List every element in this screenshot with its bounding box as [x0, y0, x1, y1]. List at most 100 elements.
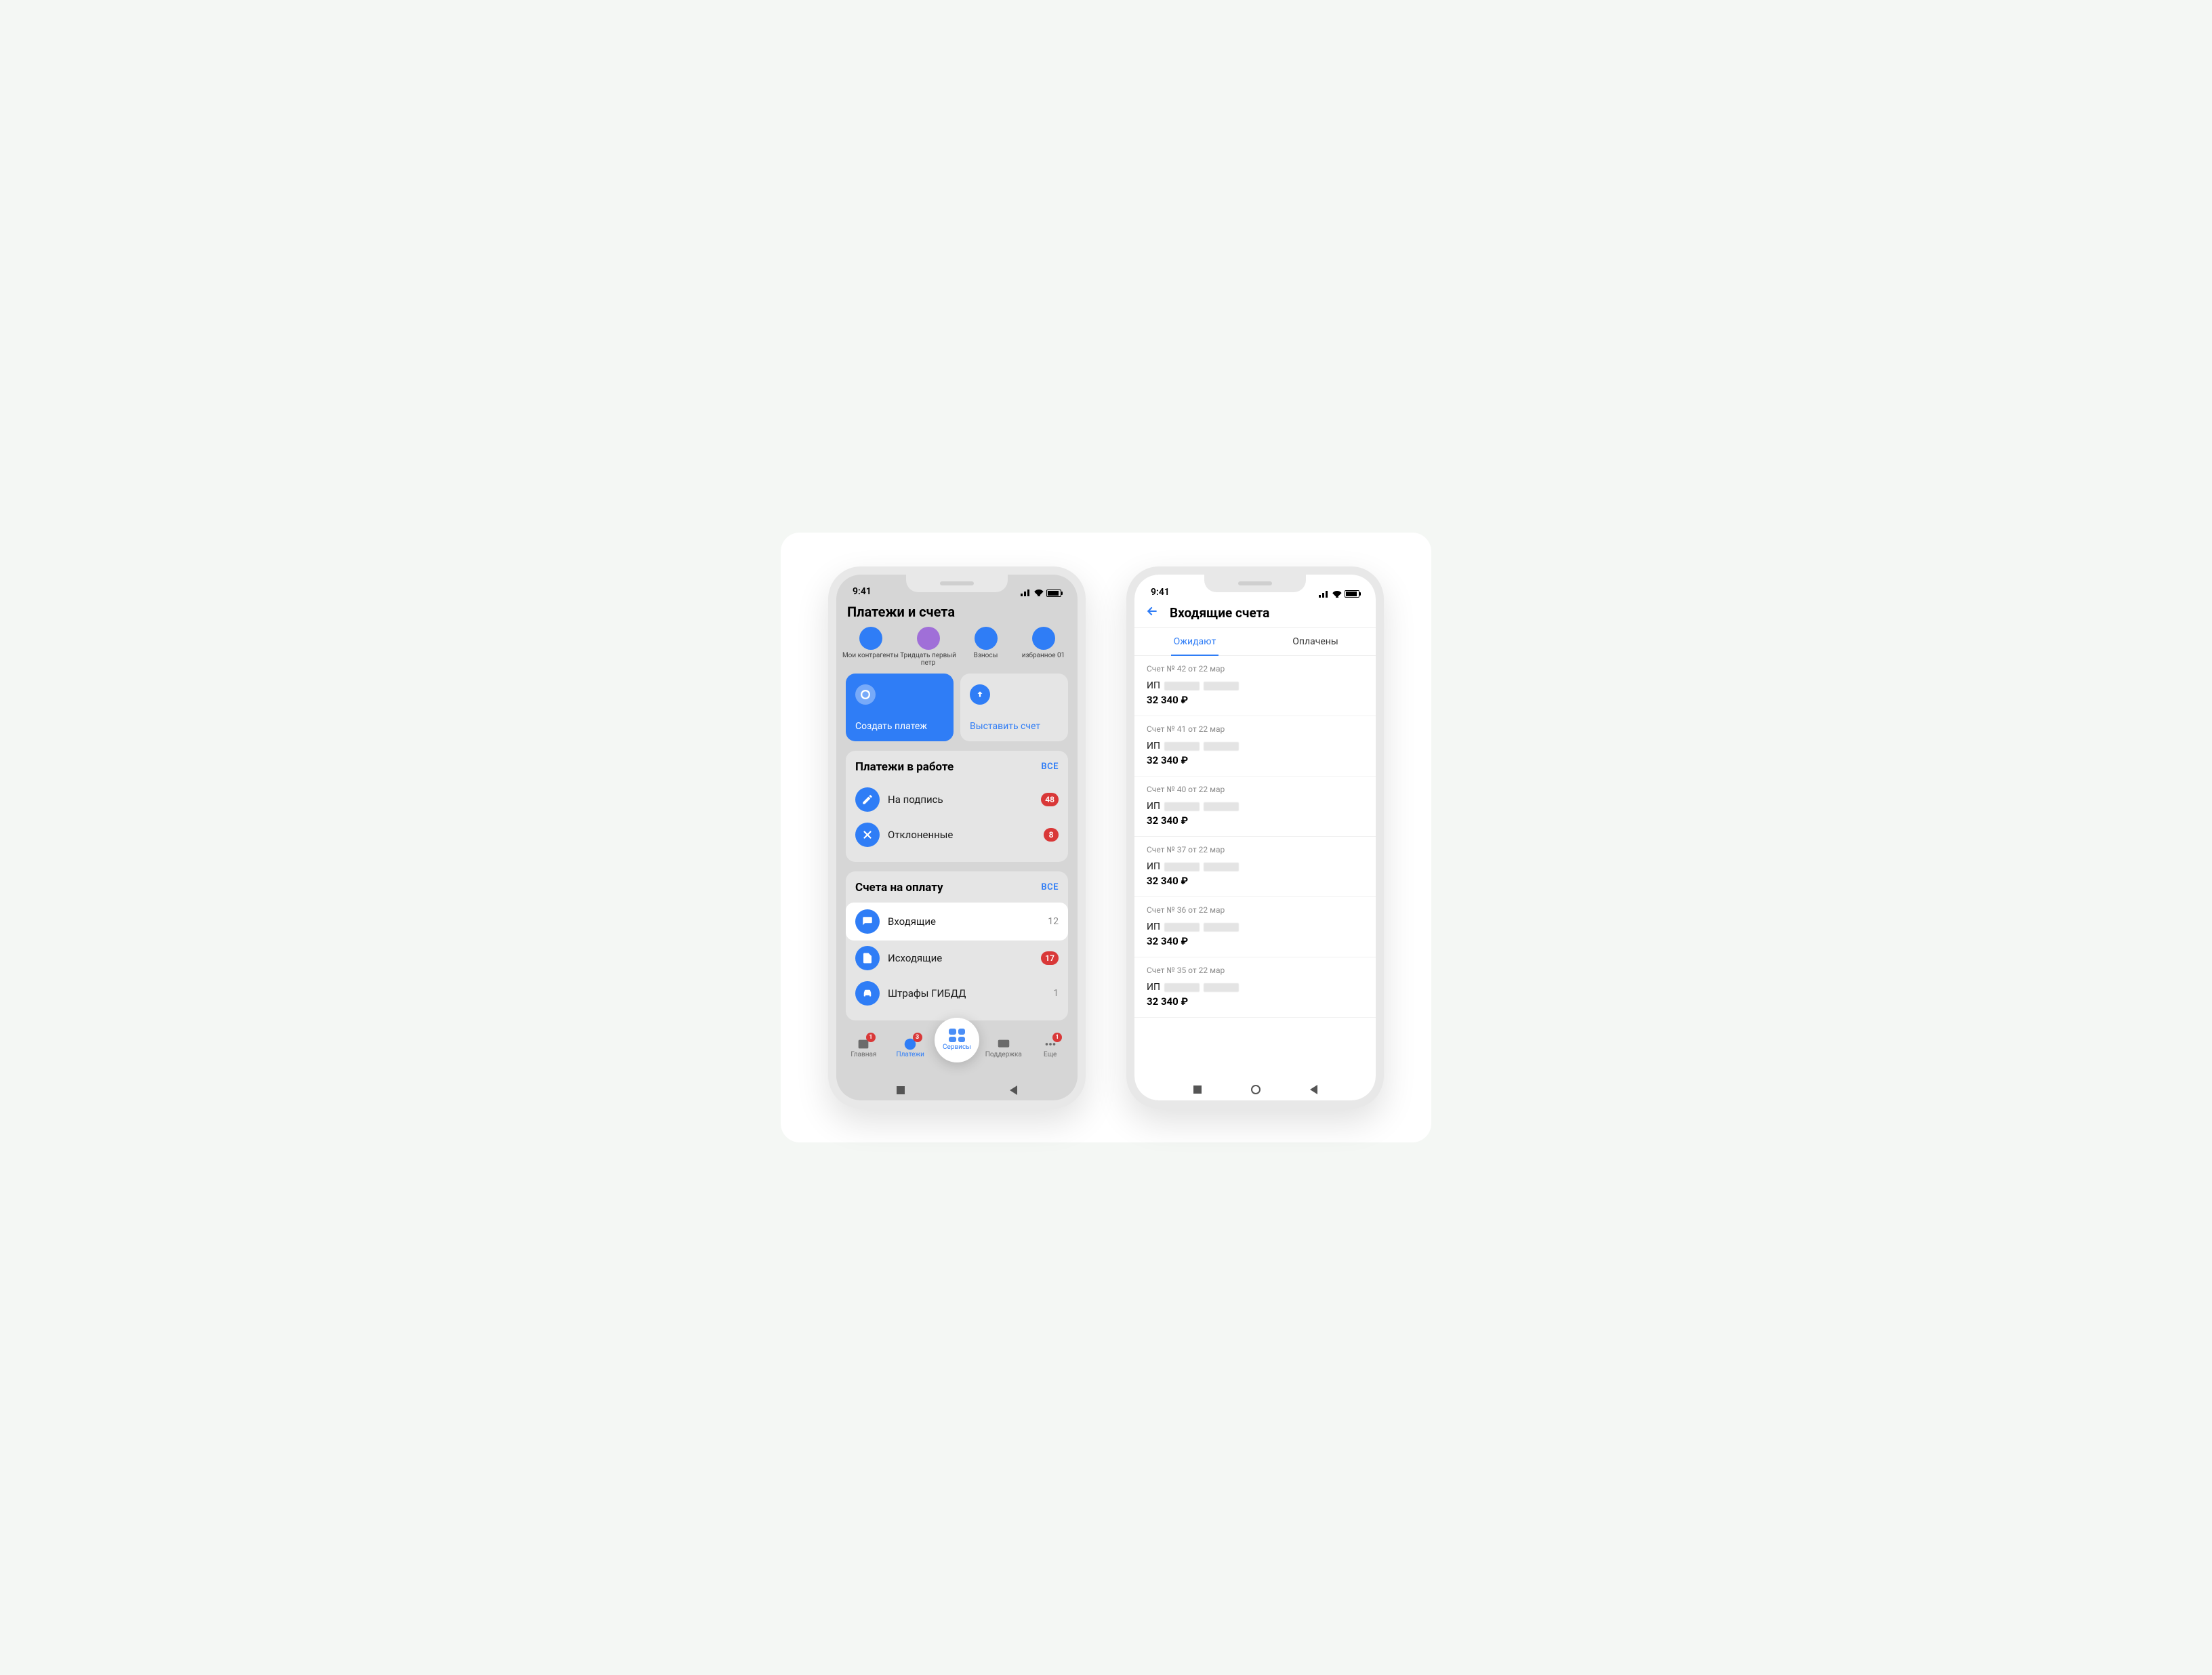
card-payments-in-work: Платежи в работе ВСЕ На подпись 48 Откло… — [846, 751, 1068, 862]
tab-badge: 1 — [1052, 1033, 1062, 1042]
card-invoices-to-pay: Счета на оплату ВСЕ Входящие 12 Исходящи… — [846, 871, 1068, 1020]
tab-payments[interactable]: 3 Платежи — [887, 1034, 934, 1058]
android-back-icon[interactable] — [1010, 1085, 1017, 1095]
row-incoming[interactable]: Входящие 12 — [846, 903, 1068, 940]
close-icon — [855, 823, 880, 847]
phone-left: 9:41 Платежи и счета Мои контрагенты Три… — [828, 566, 1086, 1109]
document-icon — [855, 946, 880, 970]
status-time: 9:41 — [853, 586, 872, 597]
android-recent-icon[interactable] — [1193, 1085, 1202, 1094]
shortcut-favorite[interactable]: избранное 01 — [1015, 627, 1072, 667]
card-title: Платежи в работе — [855, 760, 954, 774]
all-link[interactable]: ВСЕ — [1041, 882, 1059, 892]
tab-home[interactable]: 1 Главная — [840, 1034, 887, 1058]
invoice-item[interactable]: Счет № 36 от 22 мар ИП 32 340 ₽ — [1134, 897, 1376, 957]
blurred-text — [1164, 983, 1200, 992]
row-outgoing[interactable]: Исходящие 17 — [855, 940, 1059, 976]
count-badge: 48 — [1041, 793, 1059, 806]
row-label: Исходящие — [888, 952, 1033, 964]
battery-icon — [1046, 590, 1061, 597]
invoice-payer: ИП — [1147, 922, 1364, 932]
stage: 9:41 Платежи и счета Мои контрагенты Три… — [781, 533, 1431, 1142]
invoice-meta: Счет № 35 от 22 мар — [1147, 966, 1364, 975]
invoice-item[interactable]: Счет № 41 от 22 мар ИП 32 340 ₽ — [1134, 716, 1376, 777]
invoice-meta: Счет № 40 от 22 мар — [1147, 785, 1364, 794]
phone-notch — [906, 575, 1008, 592]
blurred-text — [1164, 863, 1200, 871]
issue-invoice-button[interactable]: Выставить счет — [960, 674, 1068, 741]
invoice-amount: 32 340 ₽ — [1147, 935, 1364, 947]
shortcut-icon — [859, 627, 882, 650]
screen-payments: 9:41 Платежи и счета Мои контрагенты Три… — [836, 575, 1078, 1100]
pencil-icon — [855, 787, 880, 812]
android-back-icon[interactable] — [1310, 1085, 1317, 1094]
blurred-text — [1204, 742, 1239, 751]
count-badge: 17 — [1041, 951, 1059, 965]
invoice-amount: 32 340 ₽ — [1147, 694, 1364, 706]
invoice-payer: ИП — [1147, 741, 1364, 751]
shortcut-icon — [917, 627, 940, 650]
shortcut-contributions[interactable]: Взносы — [957, 627, 1015, 667]
status-icons — [1319, 590, 1359, 598]
battery-icon — [1345, 590, 1359, 598]
tab-label: Оплачены — [1292, 636, 1338, 647]
tab-more[interactable]: 1 Еще — [1027, 1034, 1073, 1058]
action-label: Создать платеж — [855, 721, 944, 732]
tab-services-fab[interactable]: Сервисы — [935, 1018, 979, 1062]
row-count: 1 — [1053, 988, 1059, 999]
row-label: На подпись — [888, 793, 1033, 806]
shortcut-label: Мои контрагенты — [842, 652, 899, 659]
circle-dot-icon — [855, 684, 876, 705]
row-label: Отклоненные — [888, 829, 1036, 841]
invoice-item[interactable]: Счет № 37 от 22 мар ИП 32 340 ₽ — [1134, 837, 1376, 897]
status-time: 9:41 — [1151, 587, 1170, 598]
shortcut-label: Взносы — [957, 652, 1015, 659]
all-link[interactable]: ВСЕ — [1041, 762, 1059, 772]
blurred-text — [1204, 863, 1239, 871]
wifi-icon — [1034, 590, 1044, 596]
tab-paid[interactable]: Оплачены — [1255, 628, 1376, 655]
bottom-tabbar: 1 Главная 3 Платежи Поддержка 1 Еще — [836, 1030, 1078, 1079]
shortcut-contragents[interactable]: Мои контрагенты — [842, 627, 899, 667]
invoice-item[interactable]: Счет № 42 от 22 мар ИП 32 340 ₽ — [1134, 656, 1376, 716]
tab-label: Платежи — [887, 1051, 934, 1058]
wifi-icon — [1332, 591, 1342, 598]
tab-badge: 1 — [866, 1033, 876, 1042]
status-icons — [1021, 590, 1061, 597]
shortcut-icon — [975, 627, 998, 650]
phone-right: 9:41 Входящие счета Ожидают Оплачен — [1126, 566, 1384, 1109]
invoice-meta: Счет № 37 от 22 мар — [1147, 845, 1364, 854]
android-recent-icon[interactable] — [897, 1086, 905, 1094]
row-to-sign[interactable]: На подпись 48 — [855, 782, 1059, 817]
invoice-list[interactable]: Счет № 42 от 22 мар ИП 32 340 ₽ Счет № 4… — [1134, 656, 1376, 1079]
row-label: Штрафы ГИБДД — [888, 987, 1045, 999]
shortcut-thirty-first[interactable]: Тридцать первый петр — [899, 627, 957, 667]
tab-label: Еще — [1027, 1051, 1073, 1058]
arrow-up-icon — [970, 684, 990, 705]
page-title: Входящие счета — [1170, 605, 1269, 621]
row-rejected[interactable]: Отклоненные 8 — [855, 817, 1059, 852]
android-home-icon[interactable] — [1251, 1085, 1261, 1094]
invoice-amount: 32 340 ₽ — [1147, 995, 1364, 1008]
tab-pending[interactable]: Ожидают — [1134, 628, 1255, 655]
row-fines[interactable]: Штрафы ГИБДД 1 — [855, 976, 1059, 1011]
shortcut-icon — [1032, 627, 1055, 650]
blurred-text — [1164, 802, 1200, 811]
page-title: Платежи и счета — [836, 598, 1078, 627]
screen-incoming-invoices: 9:41 Входящие счета Ожидают Оплачен — [1134, 575, 1376, 1100]
create-payment-button[interactable]: Создать платеж — [846, 674, 954, 741]
back-button[interactable] — [1145, 604, 1159, 621]
tab-badge: 3 — [913, 1033, 922, 1042]
invoice-payer: ИП — [1147, 680, 1364, 691]
actions-row: Создать платеж Выставить счет — [836, 674, 1078, 751]
invoice-item[interactable]: Счет № 40 от 22 мар ИП 32 340 ₽ — [1134, 777, 1376, 837]
blurred-text — [1164, 923, 1200, 932]
invoice-tabs: Ожидают Оплачены — [1134, 628, 1376, 656]
invoice-item[interactable]: Счет № 35 от 22 мар ИП 32 340 ₽ — [1134, 957, 1376, 1018]
signal-icon — [1319, 591, 1330, 598]
header: Входящие счета — [1134, 599, 1376, 628]
invoice-payer: ИП — [1147, 861, 1364, 872]
invoice-payer: ИП — [1147, 801, 1364, 812]
tab-support[interactable]: Поддержка — [980, 1034, 1027, 1058]
blurred-text — [1204, 682, 1239, 690]
